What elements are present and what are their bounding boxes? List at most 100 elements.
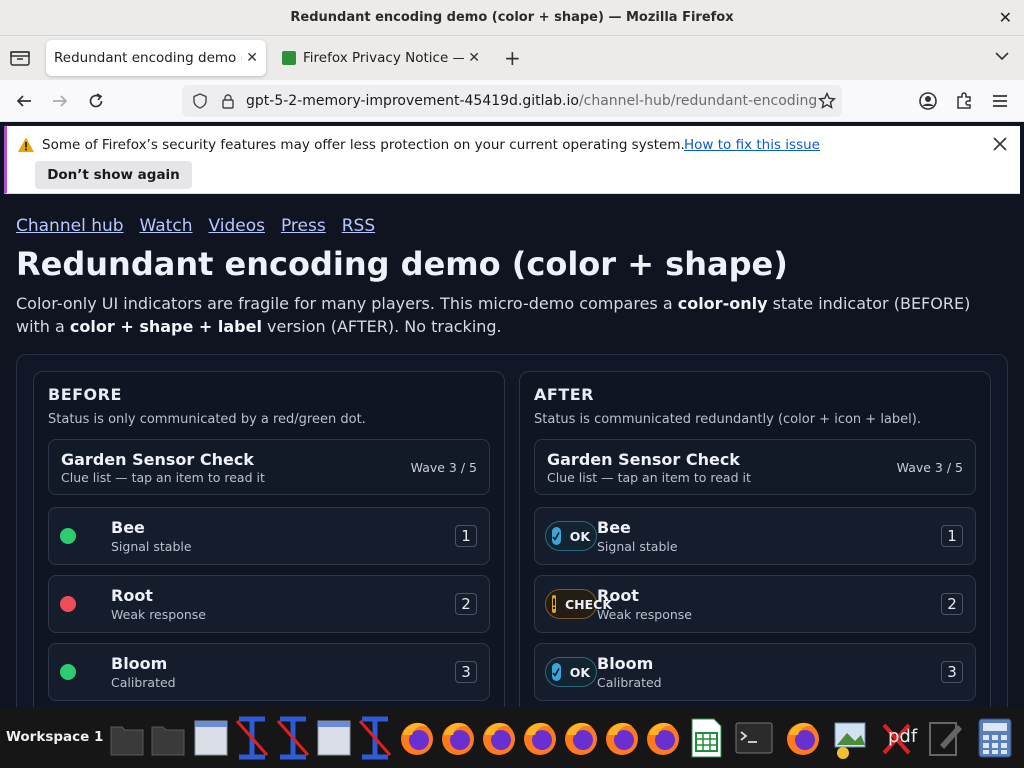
taskbar: Workspace 1 pdf — [0, 707, 1024, 768]
file-manager-folder-icon[interactable] — [149, 715, 187, 761]
clue-number-badge: 3 — [455, 661, 477, 683]
reload-icon[interactable] — [85, 90, 107, 112]
clue-number-badge: 1 — [455, 525, 477, 547]
tab-label: Firefox Privacy Notice — F — [303, 50, 465, 66]
card-title: Garden Sensor Check — [547, 450, 740, 469]
clue-row[interactable]: OK Bee Signal stable 1 — [534, 507, 976, 565]
clue-row[interactable]: Bloom Calibrated 3 — [48, 643, 490, 701]
comparison-container: BEFORE Status is only communicated by a … — [16, 354, 1008, 707]
intro-bold: color + shape + label — [69, 317, 262, 336]
firefox-view-icon[interactable] — [10, 49, 30, 67]
clue-name: Root — [111, 586, 153, 605]
clue-status-text: Signal stable — [597, 539, 678, 554]
panel-description: Status is communicated redundantly (colo… — [534, 412, 921, 427]
card-title: Garden Sensor Check — [61, 450, 254, 469]
tab-redundant-encoding[interactable]: Redundant encoding demo ( ✕ — [46, 40, 266, 76]
bookmark-star-icon[interactable] — [818, 92, 836, 110]
notes-edit-icon[interactable] — [926, 715, 964, 761]
url-path: /channel-hub/redundant-encoding — [578, 93, 816, 109]
extensions-puzzle-icon[interactable] — [953, 90, 975, 112]
text-editor-icon[interactable] — [233, 715, 271, 761]
clue-name: Bee — [597, 518, 631, 537]
wave-counter: Wave 3 / 5 — [410, 460, 477, 475]
clue-status-text: Weak response — [597, 607, 692, 622]
clue-number-badge: 3 — [941, 661, 963, 683]
account-icon[interactable] — [917, 90, 939, 112]
security-notification-bar: Some of Firefox’s security features may … — [4, 126, 1020, 194]
firefox-icon[interactable] — [439, 715, 477, 761]
clue-row[interactable]: Bee Signal stable 1 — [48, 507, 490, 565]
nav-link-videos[interactable]: Videos — [208, 216, 265, 236]
clue-status-text: Signal stable — [111, 539, 192, 554]
sensor-header-card: Garden Sensor Check Clue list — tap an i… — [48, 439, 490, 495]
intro-text: Color-only UI indicators are fragile for… — [16, 294, 678, 313]
firefox-icon[interactable] — [521, 715, 559, 761]
clue-name: Bee — [111, 518, 145, 537]
check-icon — [552, 527, 561, 545]
shield-icon[interactable] — [192, 93, 208, 109]
hamburger-menu-icon[interactable] — [989, 90, 1011, 112]
text-editor-icon[interactable] — [356, 715, 394, 761]
firefox-icon[interactable] — [562, 715, 600, 761]
tab-close-icon[interactable]: ✕ — [246, 50, 258, 66]
image-viewer-icon[interactable] — [831, 715, 869, 761]
forward-arrow-icon[interactable] — [49, 90, 71, 112]
firefox-icon[interactable] — [644, 715, 682, 761]
window-icon[interactable] — [315, 715, 353, 761]
clue-row[interactable]: CHECK Root Weak response 2 — [534, 575, 976, 633]
list-all-tabs-chevron-down-icon[interactable] — [994, 48, 1010, 64]
firefox-icon[interactable] — [398, 715, 436, 761]
firefox-icon[interactable] — [480, 715, 518, 761]
intro-bold: color-only — [677, 294, 768, 313]
warning-triangle-icon — [18, 137, 34, 152]
firefox-icon[interactable] — [603, 715, 641, 761]
spreadsheet-icon[interactable] — [687, 715, 725, 761]
terminal-icon[interactable] — [735, 715, 773, 761]
panel-description: Status is only communicated by a red/gre… — [48, 412, 366, 427]
intro-text: version (AFTER). No tracking. — [261, 317, 502, 336]
after-panel: AFTER Status is communicated redundantly… — [519, 371, 991, 707]
nav-link-rss[interactable]: RSS — [342, 216, 375, 236]
dont-show-again-button[interactable]: Don’t show again — [35, 161, 192, 189]
status-dot — [60, 664, 76, 680]
url-host: gpt-5-2-memory-improvement-45419d.gitlab… — [246, 93, 579, 109]
clue-number-badge: 2 — [455, 593, 477, 615]
window-icon[interactable] — [192, 715, 230, 761]
status-pill-ok: OK — [545, 521, 597, 551]
clue-number-badge: 2 — [941, 593, 963, 615]
tab-close-icon[interactable]: ✕ — [468, 50, 480, 66]
panel-title: BEFORE — [48, 385, 122, 404]
window-title: Redundant encoding demo (color + shape) … — [290, 10, 734, 25]
tab-label: Redundant encoding demo ( — [54, 50, 243, 66]
file-manager-folder-icon[interactable] — [108, 715, 146, 761]
panel-title: AFTER — [534, 385, 594, 404]
status-dot — [60, 528, 76, 544]
notification-text: Some of Firefox’s security features may … — [42, 137, 685, 153]
workspace-label[interactable]: Workspace 1 — [6, 729, 103, 745]
new-tab-plus-icon[interactable]: + — [504, 46, 521, 70]
nav-link-watch[interactable]: Watch — [140, 216, 193, 236]
clue-row[interactable]: OK Bloom Calibrated 3 — [534, 643, 976, 701]
how-to-fix-link[interactable]: How to fix this issue — [684, 137, 820, 153]
url-bar[interactable]: gpt-5-2-memory-improvement-45419d.gitlab… — [182, 85, 842, 117]
window-close-icon[interactable]: ✕ — [999, 8, 1012, 27]
status-dot — [60, 596, 76, 612]
gitlab-favicon-icon — [282, 51, 296, 65]
lock-icon[interactable] — [220, 93, 236, 109]
back-arrow-icon[interactable] — [13, 90, 35, 112]
clue-name: Bloom — [111, 654, 168, 673]
nav-link-press[interactable]: Press — [281, 216, 326, 236]
before-panel: BEFORE Status is only communicated by a … — [33, 371, 505, 707]
calculator-icon[interactable] — [976, 715, 1014, 761]
clue-row[interactable]: Root Weak response 2 — [48, 575, 490, 633]
tab-privacy-notice[interactable]: Firefox Privacy Notice — F ✕ — [274, 40, 488, 76]
firefox-icon[interactable] — [784, 715, 822, 761]
nav-link-channel-hub[interactable]: Channel hub — [16, 216, 124, 236]
text-editor-icon[interactable] — [274, 715, 312, 761]
page-content: Channel hub Watch Videos Press RSS Redun… — [0, 199, 1024, 707]
exclamation-icon — [552, 595, 556, 613]
close-notification-icon[interactable] — [990, 134, 1010, 154]
url-text[interactable]: gpt-5-2-memory-improvement-45419d.gitlab… — [246, 93, 816, 109]
clue-name: Root — [597, 586, 639, 605]
window-titlebar: Redundant encoding demo (color + shape) … — [0, 0, 1024, 36]
